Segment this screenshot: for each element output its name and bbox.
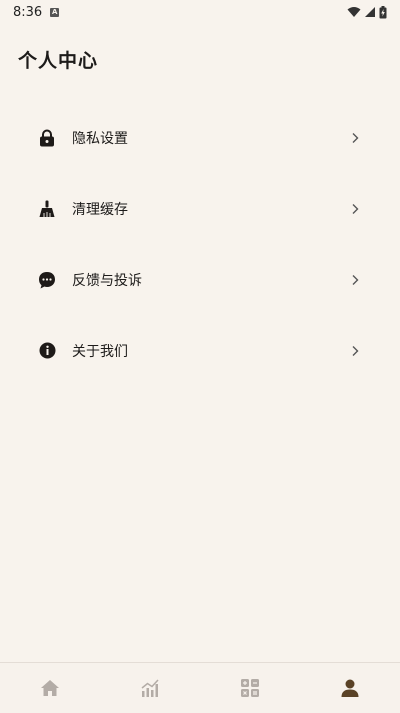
menu-item-label: 隐私设置	[72, 130, 128, 147]
home-icon	[41, 680, 59, 696]
tab-statistics[interactable]	[100, 663, 200, 713]
bottom-navigation	[0, 662, 400, 713]
chat-bubble-icon	[38, 271, 56, 289]
menu-item-label: 关于我们	[72, 343, 128, 360]
settings-menu: 隐私设置 清理缓存 反馈与投诉 关于我们	[0, 102, 400, 386]
status-bar: 8:36 A	[0, 0, 400, 24]
grid-calculator-icon	[241, 679, 259, 697]
chevron-right-icon	[352, 274, 359, 285]
menu-item-label: 反馈与投诉	[72, 272, 142, 289]
signal-icon	[365, 7, 375, 17]
menu-item-privacy-settings[interactable]: 隐私设置	[0, 102, 400, 173]
page-title: 个人中心	[18, 50, 99, 72]
tab-profile[interactable]	[300, 663, 400, 713]
bar-chart-icon	[141, 679, 159, 697]
status-time: 8:36	[13, 4, 43, 20]
chevron-right-icon	[352, 203, 359, 214]
status-left: 8:36 A	[13, 4, 60, 20]
broom-icon	[38, 200, 56, 218]
tab-tools[interactable]	[200, 663, 300, 713]
info-icon	[38, 342, 56, 360]
user-icon	[341, 679, 359, 697]
menu-item-feedback-complaints[interactable]: 反馈与投诉	[0, 244, 400, 315]
status-right	[347, 5, 387, 19]
battery-charging-icon	[379, 5, 387, 18]
tab-home[interactable]	[0, 663, 100, 713]
menu-item-label: 清理缓存	[72, 201, 128, 218]
lock-icon	[38, 129, 56, 147]
menu-item-clear-cache[interactable]: 清理缓存	[0, 173, 400, 244]
menu-item-about-us[interactable]: 关于我们	[0, 315, 400, 386]
wifi-icon	[347, 7, 361, 17]
chevron-right-icon	[352, 345, 359, 356]
chevron-right-icon	[352, 132, 359, 143]
notification-icon: A	[50, 7, 60, 17]
